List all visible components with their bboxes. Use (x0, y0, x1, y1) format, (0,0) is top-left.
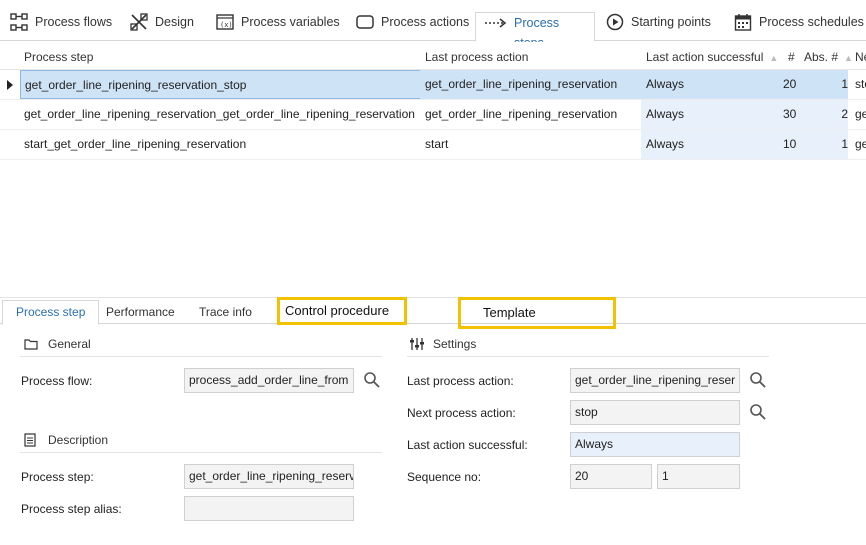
cell-last-action-successful[interactable]: Always (641, 130, 776, 159)
sort-arrow-icon: ▲ (769, 53, 779, 63)
next-process-action-field[interactable]: stop (570, 400, 740, 425)
section-divider (20, 452, 382, 453)
process-step-label: Process step: (21, 470, 94, 484)
tab-trace-info[interactable]: Trace info (199, 301, 252, 325)
cell-number[interactable]: 20 (776, 70, 798, 99)
tab-label: Starting points (631, 15, 711, 29)
next-process-action-label: Next process action: (407, 406, 516, 420)
tab-label: Process schedules (759, 15, 864, 29)
section-title: Settings (433, 337, 477, 351)
current-row-indicator-icon (7, 80, 13, 90)
grid-header: Process step Last process action Last ac… (0, 42, 866, 70)
svg-text:(x): (x) (220, 21, 233, 29)
cell-abs-number[interactable]: 2 (798, 100, 848, 129)
last-process-action-field[interactable]: get_order_line_ripening_reser (570, 368, 740, 393)
last-action-successful-label: Last action successful: (407, 438, 528, 452)
column-header-process-step[interactable]: Process step (24, 50, 93, 64)
section-description: Description (24, 433, 108, 447)
settings-sliders-icon (409, 337, 425, 351)
last-process-action-label: Last process action: (407, 374, 514, 388)
cell-last-process-action[interactable]: get_order_line_ripening_reservation (420, 70, 641, 99)
process-flow-label: Process flow: (21, 374, 93, 388)
column-header-label: Abs. # (804, 50, 839, 64)
column-header-next[interactable]: Ne (855, 50, 866, 64)
calendar-icon (733, 12, 753, 32)
cell-next[interactable]: ge (852, 130, 866, 159)
top-tab-bar: Process flows Design (x) Process variabl… (0, 0, 866, 50)
cell-process-step[interactable]: get_order_line_ripening_reservation_get_… (20, 100, 420, 129)
column-header-label: Last action successful (646, 50, 764, 64)
variables-icon: (x) (215, 12, 235, 32)
column-header-last-action-successful[interactable]: Last action successful ▲ (646, 50, 778, 64)
process-steps-grid: Process step Last process action Last ac… (0, 42, 866, 297)
sequence-abs-field[interactable]: 1 (657, 464, 740, 489)
tab-label: Process variables (241, 15, 340, 29)
last-action-successful-select[interactable]: Always (570, 432, 740, 457)
section-title: Description (48, 433, 109, 447)
highlight-box-template (458, 297, 616, 329)
process-step-alias-label: Process step alias: (21, 502, 122, 516)
cell-abs-number[interactable]: 1 (798, 70, 848, 99)
process-flows-icon (9, 12, 29, 32)
cell-process-step[interactable]: get_order_line_ripening_reservation_stop (20, 70, 420, 99)
tab-process-schedules[interactable]: Process schedules (733, 12, 864, 42)
sort-arrow-icon: ▲ (844, 53, 853, 63)
process-step-alias-field[interactable] (184, 496, 354, 521)
section-general: General (24, 337, 91, 351)
process-flow-field[interactable]: process_add_order_line_from (184, 368, 354, 393)
process-step-field[interactable]: get_order_line_ripening_reserva (184, 464, 354, 489)
detail-tab-bar: Process step Performance Trace info Cont… (0, 297, 866, 325)
cell-abs-number[interactable]: 1 (798, 130, 848, 159)
tab-label: Design (155, 15, 194, 29)
cell-next[interactable]: ge (852, 100, 866, 129)
cell-number[interactable]: 30 (776, 100, 798, 129)
search-icon[interactable] (749, 403, 767, 421)
table-row[interactable]: get_order_line_ripening_reservation_stop… (0, 70, 866, 100)
tab-starting-points[interactable]: Starting points (605, 12, 711, 42)
search-icon[interactable] (749, 371, 767, 389)
tab-design[interactable]: Design (129, 12, 194, 42)
sequence-no-label: Sequence no: (407, 470, 482, 484)
document-icon (24, 433, 40, 447)
tab-process-flows[interactable]: Process flows (9, 12, 112, 42)
tab-label: Process actions (381, 15, 470, 29)
tab-label: Process flows (35, 15, 113, 29)
actions-icon (355, 12, 375, 32)
folder-icon (24, 337, 40, 351)
design-icon (129, 12, 149, 32)
tab-performance[interactable]: Performance (106, 301, 175, 325)
section-divider (407, 356, 769, 357)
cell-number[interactable]: 10 (776, 130, 798, 159)
sequence-no-field[interactable]: 20 (570, 464, 652, 489)
cell-last-process-action[interactable]: get_order_line_ripening_reservation (420, 100, 641, 129)
tab-process-variables[interactable]: (x) Process variables (215, 12, 340, 42)
play-icon (605, 12, 625, 32)
section-title: General (48, 337, 91, 351)
section-divider (20, 356, 382, 357)
cell-last-action-successful[interactable]: Always (641, 100, 776, 129)
table-row[interactable]: start_get_order_line_ripening_reservatio… (0, 130, 866, 160)
search-icon[interactable] (363, 371, 381, 389)
cell-process-step[interactable]: start_get_order_line_ripening_reservatio… (20, 130, 420, 159)
tab-process-step[interactable]: Process step (2, 300, 100, 325)
cell-last-action-successful[interactable]: Always (641, 70, 776, 99)
column-header-abs-number[interactable]: Abs. # ▲ (804, 50, 853, 64)
cell-next[interactable]: sto (852, 70, 866, 99)
section-settings: Settings (409, 337, 476, 351)
tab-process-actions[interactable]: Process actions (355, 12, 469, 42)
column-header-number[interactable]: # (788, 50, 795, 64)
highlight-box-control-procedure (277, 297, 407, 325)
tab-process-steps[interactable]: Process steps (475, 12, 595, 50)
cell-last-process-action[interactable]: start (420, 130, 641, 159)
column-header-last-process-action[interactable]: Last process action (425, 50, 528, 64)
table-row[interactable]: get_order_line_ripening_reservation_get_… (0, 100, 866, 130)
steps-icon (484, 13, 508, 33)
